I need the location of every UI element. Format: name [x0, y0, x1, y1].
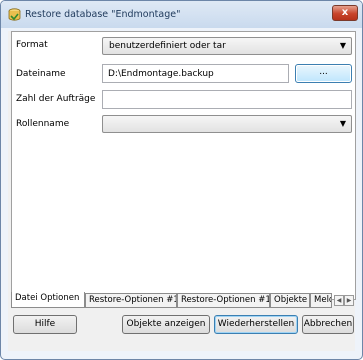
tab-restore-optionen-1[interactable]: Restore-Optionen #1 [85, 293, 177, 308]
browse-button[interactable]: ... [295, 64, 352, 83]
options-panel: Format benutzerdefiniert oder tar ▼ Date… [11, 31, 356, 300]
jobs-input[interactable] [103, 91, 351, 108]
restore-button[interactable]: Wiederherstellen [214, 315, 298, 334]
tab-meldungen[interactable]: Meld [310, 293, 332, 308]
chevron-down-icon: ▼ [339, 41, 346, 50]
title-bar[interactable]: Restore database "Endmontage" x [1, 1, 362, 28]
cancel-button[interactable]: Abbrechen [302, 315, 354, 334]
filename-input[interactable] [103, 65, 288, 82]
chevron-down-icon: ▼ [339, 119, 346, 128]
jobs-field[interactable] [102, 90, 352, 109]
format-select[interactable]: benutzerdefiniert oder tar ▼ [102, 37, 352, 55]
filename-field[interactable] [102, 64, 289, 83]
window-title: Restore database "Endmontage" [25, 9, 181, 20]
tab-datei-optionen[interactable]: Datei Optionen [11, 292, 85, 308]
role-select[interactable]: ▼ [102, 115, 352, 133]
tab-objekte[interactable]: Objekte [270, 293, 310, 308]
close-button[interactable]: x [332, 5, 358, 21]
database-restore-icon [8, 8, 21, 21]
format-label: Format [16, 40, 48, 50]
restore-dialog: Restore database "Endmontage" x Format b… [0, 0, 363, 360]
dialog-body: Format benutzerdefiniert oder tar ▼ Date… [8, 31, 356, 351]
show-objects-button[interactable]: Objekte anzeigen [122, 315, 210, 334]
role-label: Rollenname [16, 119, 70, 129]
filename-label: Dateiname [16, 69, 66, 79]
format-value: benutzerdefiniert oder tar [109, 41, 226, 51]
tab-scroll-left-icon[interactable]: ◀ [334, 295, 344, 306]
help-button[interactable]: Hilfe [13, 315, 77, 334]
jobs-label: Zahl der Aufträge [16, 94, 96, 104]
tab-scroll-right-icon[interactable]: ▶ [344, 295, 354, 306]
tab-restore-optionen-2[interactable]: Restore-Optionen #1 [177, 293, 270, 308]
close-icon: x [341, 7, 349, 18]
